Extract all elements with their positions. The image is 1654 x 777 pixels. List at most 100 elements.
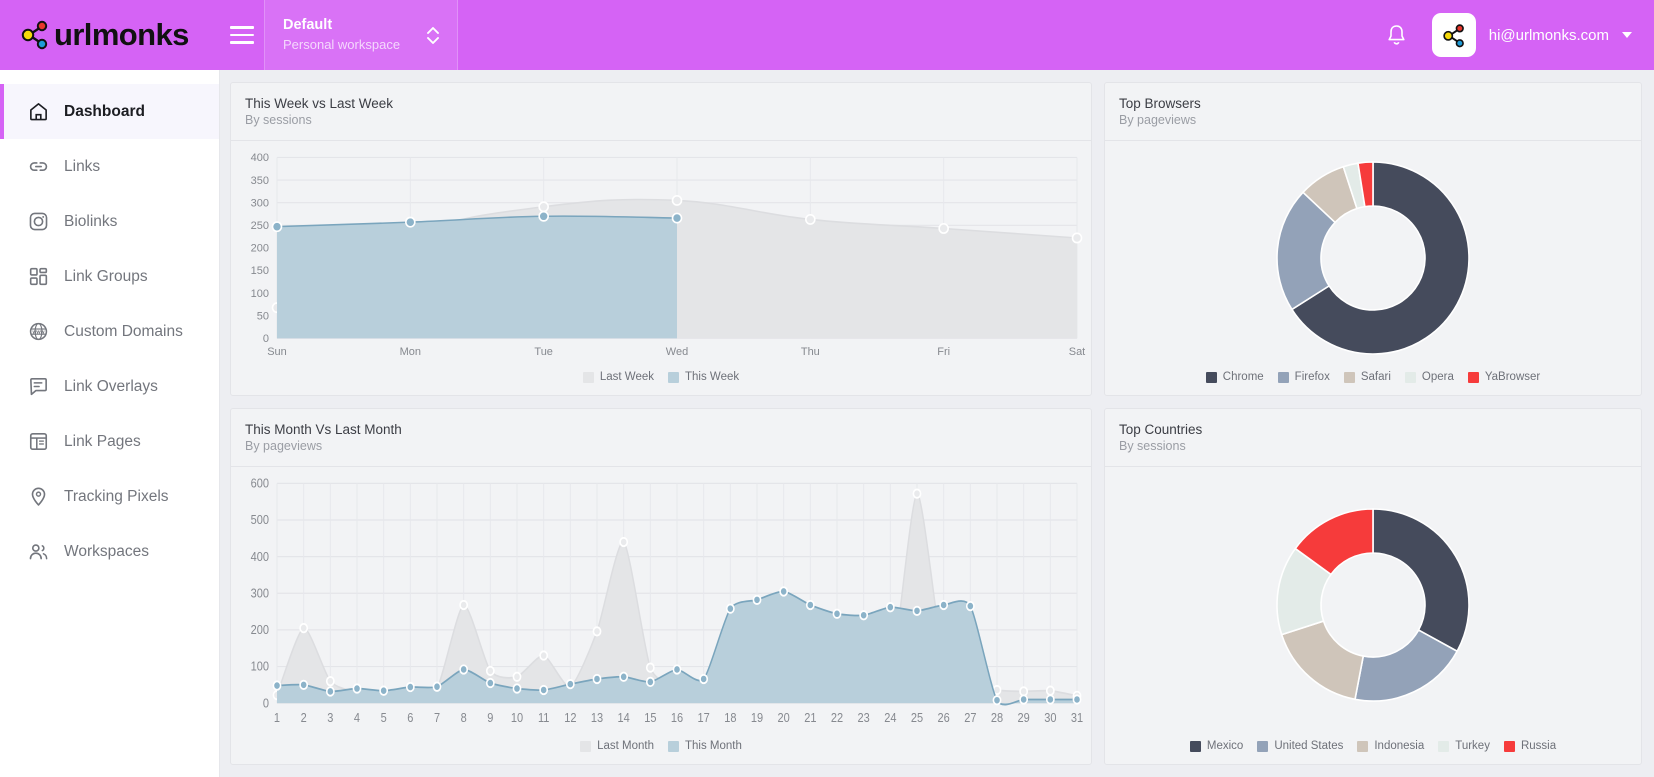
svg-text:12: 12 [564, 710, 577, 725]
sidebar-item-biolinks[interactable]: Biolinks [0, 194, 219, 249]
account-menu[interactable]: hi@urlmonks.com [1431, 13, 1632, 57]
sidebar-item-label: Links [64, 157, 101, 175]
svg-text:25: 25 [911, 710, 924, 725]
svg-text:Sun: Sun [267, 345, 287, 357]
sidebar-item-link-groups[interactable]: Link Groups [0, 249, 219, 304]
svg-text:1: 1 [274, 710, 280, 725]
svg-text:27: 27 [964, 710, 977, 725]
countries-donut-chart[interactable] [1267, 499, 1479, 711]
left-column: This Week vs Last Week By sessions 0 50 10… [230, 82, 1092, 765]
legend-label: Last Week [599, 371, 654, 383]
sidebar-item-links[interactable]: Links [0, 139, 219, 194]
legend-item[interactable]: United States [1257, 740, 1343, 752]
legend-item[interactable]: Last Week [582, 371, 654, 383]
sidebar-item-tracking-pixels[interactable]: Tracking Pixels [0, 469, 219, 524]
legend-label: Chrome [1222, 371, 1264, 383]
legend-item[interactable]: Last Month [580, 740, 654, 752]
legend-swatch [1189, 740, 1201, 752]
legend-item[interactable]: Mexico [1189, 740, 1243, 752]
workspace-name: Default [283, 17, 333, 34]
legend-swatch [668, 371, 679, 383]
map-pin-icon [27, 486, 49, 508]
bell-icon[interactable] [1376, 0, 1418, 70]
countries-legend: Mexico United States Indonesia Turkey Russia [1105, 738, 1641, 764]
svg-text:30: 30 [1044, 710, 1057, 725]
svg-text:Tue: Tue [534, 345, 553, 357]
legend-item[interactable]: Indonesia [1357, 740, 1424, 752]
legend-item[interactable]: Opera [1404, 371, 1454, 383]
week-area-chart[interactable]: 0 50 100 150 200 250 300 350 400 Sun Mon Tue Wed Thu F… [231, 141, 1091, 369]
card-subtitle: By pageviews [245, 439, 323, 454]
legend-item[interactable]: Turkey [1438, 740, 1490, 752]
svg-text:100: 100 [251, 659, 270, 674]
legend-item[interactable]: Russia [1503, 740, 1557, 752]
overlay-icon [27, 376, 49, 398]
svg-text:24: 24 [884, 710, 897, 725]
legend-swatch [1277, 371, 1289, 383]
link-icon [27, 156, 49, 178]
sidebar-item-custom-domains[interactable]: www Custom Domains [0, 304, 219, 359]
svg-text:50: 50 [257, 310, 269, 322]
week-chart-legend: Last Week This Week [231, 369, 1091, 395]
svg-text:26: 26 [938, 710, 951, 725]
svg-text:20: 20 [778, 710, 791, 725]
svg-text:200: 200 [251, 622, 270, 637]
svg-text:7: 7 [434, 710, 440, 725]
svg-text:Mon: Mon [400, 345, 421, 357]
legend-item[interactable]: Firefox [1277, 371, 1330, 383]
legend-item[interactable]: Safari [1343, 371, 1391, 383]
sidebar-item-dashboard[interactable]: Dashboard [0, 84, 219, 139]
sidebar-item-label: Biolinks [64, 212, 118, 230]
month-area-chart[interactable]: 01002003004005006001 2 3 4 5 6 7 8 9 10 11 12 13 14 15… [231, 467, 1091, 738]
account-email: hi@urlmonks.com [1488, 26, 1609, 44]
legend-swatch [1357, 740, 1369, 752]
avatar [1431, 13, 1476, 57]
page-layout-icon [27, 431, 49, 453]
svg-text:0: 0 [263, 695, 269, 710]
legend-item[interactable]: This Month [668, 740, 742, 752]
sidebar-item-label: Link Groups [64, 267, 148, 285]
brand-logo[interactable]: urlmonks [0, 0, 220, 70]
legend-label: Safari [1360, 371, 1391, 383]
workspace-switcher[interactable]: Default Personal workspace [264, 0, 458, 70]
card-subtitle: By sessions [1119, 439, 1186, 454]
sidebar-item-label: Link Overlays [64, 377, 158, 395]
card-title: This Month Vs Last Month [245, 422, 402, 437]
legend-label: Russia [1520, 740, 1557, 752]
workspace-subtitle: Personal workspace [283, 37, 401, 53]
hamburger-menu-icon[interactable] [220, 0, 264, 70]
legend-swatch [1205, 371, 1217, 383]
svg-text:Sat: Sat [1069, 345, 1086, 357]
svg-text:19: 19 [751, 710, 764, 725]
svg-text:350: 350 [251, 174, 269, 186]
card-header: This Week vs Last Week By sessions [231, 83, 1091, 141]
globe-www-icon: www [27, 321, 49, 343]
svg-text:400: 400 [251, 549, 270, 564]
legend-swatch [1503, 740, 1515, 752]
svg-text:14: 14 [618, 710, 631, 725]
browsers-donut-chart[interactable] [1267, 152, 1479, 364]
svg-text:200: 200 [251, 242, 269, 254]
legend-label: Opera [1421, 371, 1454, 383]
legend-label: United States [1274, 740, 1344, 752]
sidebar-nav: Dashboard Links Biolinks Link Groups www [0, 70, 220, 777]
sidebar-item-label: Custom Domains [64, 322, 183, 340]
camera-icon [27, 211, 49, 233]
svg-text:28: 28 [991, 710, 1004, 725]
legend-item[interactable]: YaBrowser [1467, 371, 1541, 383]
legend-item[interactable]: This Week [668, 371, 739, 383]
legend-swatch [1467, 371, 1479, 383]
sidebar-item-workspaces[interactable]: Workspaces [0, 524, 219, 579]
legend-item[interactable]: Chrome [1205, 371, 1264, 383]
sidebar-item-link-overlays[interactable]: Link Overlays [0, 359, 219, 414]
svg-text:31: 31 [1071, 710, 1084, 725]
sidebar-item-link-pages[interactable]: Link Pages [0, 414, 219, 469]
sidebar-item-label: Link Pages [64, 432, 141, 450]
legend-label: YaBrowser [1484, 371, 1541, 383]
legend-swatch [1257, 740, 1269, 752]
card-body: 0 50 100 150 200 250 300 350 400 Sun Mon Tue Wed Thu F… [231, 141, 1091, 369]
brand-name: urlmonks [54, 17, 189, 52]
svg-text:300: 300 [251, 585, 270, 600]
svg-text:29: 29 [1018, 710, 1031, 725]
card-header: This Month Vs Last Month By pageviews [231, 409, 1091, 467]
